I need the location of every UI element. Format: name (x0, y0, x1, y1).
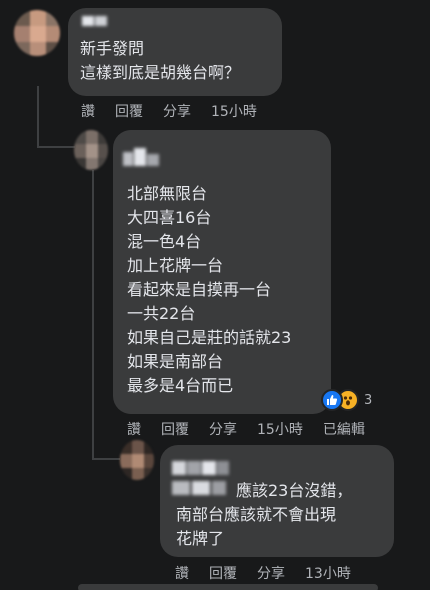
thread-line (37, 86, 39, 148)
like-icon (321, 389, 343, 411)
reaction-summary[interactable]: 3 (321, 389, 372, 411)
reply-button[interactable]: 回覆 (209, 563, 237, 583)
thread-line (92, 458, 120, 460)
timestamp[interactable]: 15小時 (211, 101, 257, 121)
edited-label[interactable]: 已編輯 (323, 419, 365, 439)
comment-actions: 讚 回覆 分享 15小時 (81, 101, 277, 121)
comment-actions: 讚 回覆 分享 15小時 已編輯 (127, 419, 365, 439)
like-button[interactable]: 讚 (175, 563, 189, 583)
comment-thread: 新手發問 這樣到底是胡幾台啊？ 讚 回覆 分享 15小時 北部無限台 大四喜16… (0, 0, 430, 590)
commenter-name[interactable] (82, 14, 108, 28)
comment-bubble: 應該23台沒錯， 南部台應該就不會出現 花牌了 (160, 445, 394, 557)
reply-button[interactable]: 回覆 (161, 419, 189, 439)
thread-line (92, 170, 94, 460)
avatar[interactable] (74, 130, 108, 170)
comment-text: 北部無限台 大四喜16台 混一色4台 加上花牌一台 看起來是自摸再一台 一共22… (127, 184, 292, 395)
like-button[interactable]: 讚 (81, 101, 95, 121)
comment-actions: 讚 回覆 分享 13小時 (175, 563, 371, 583)
share-button[interactable]: 分享 (257, 563, 285, 583)
thread-line (37, 146, 75, 148)
avatar[interactable] (14, 10, 60, 56)
like-button[interactable]: 讚 (127, 419, 141, 439)
comment-text: 應該23台沒錯， 南部台應該就不會出現 花牌了 (176, 481, 353, 548)
timestamp[interactable]: 13小時 (305, 563, 351, 583)
comment-text: 新手發問 這樣到底是胡幾台啊？ (80, 39, 241, 82)
avatar[interactable] (120, 440, 154, 480)
share-button[interactable]: 分享 (209, 419, 237, 439)
timestamp[interactable]: 15小時 (257, 419, 303, 439)
commenter-name[interactable] (123, 148, 161, 170)
comment-bubble: 新手發問 這樣到底是胡幾台啊？ (68, 8, 282, 96)
next-comment-preview (78, 584, 378, 590)
comment-bubble: 北部無限台 大四喜16台 混一色4台 加上花牌一台 看起來是自摸再一台 一共22… (113, 130, 331, 414)
reaction-count: 3 (364, 392, 373, 408)
share-button[interactable]: 分享 (163, 101, 191, 121)
reply-button[interactable]: 回覆 (115, 101, 143, 121)
